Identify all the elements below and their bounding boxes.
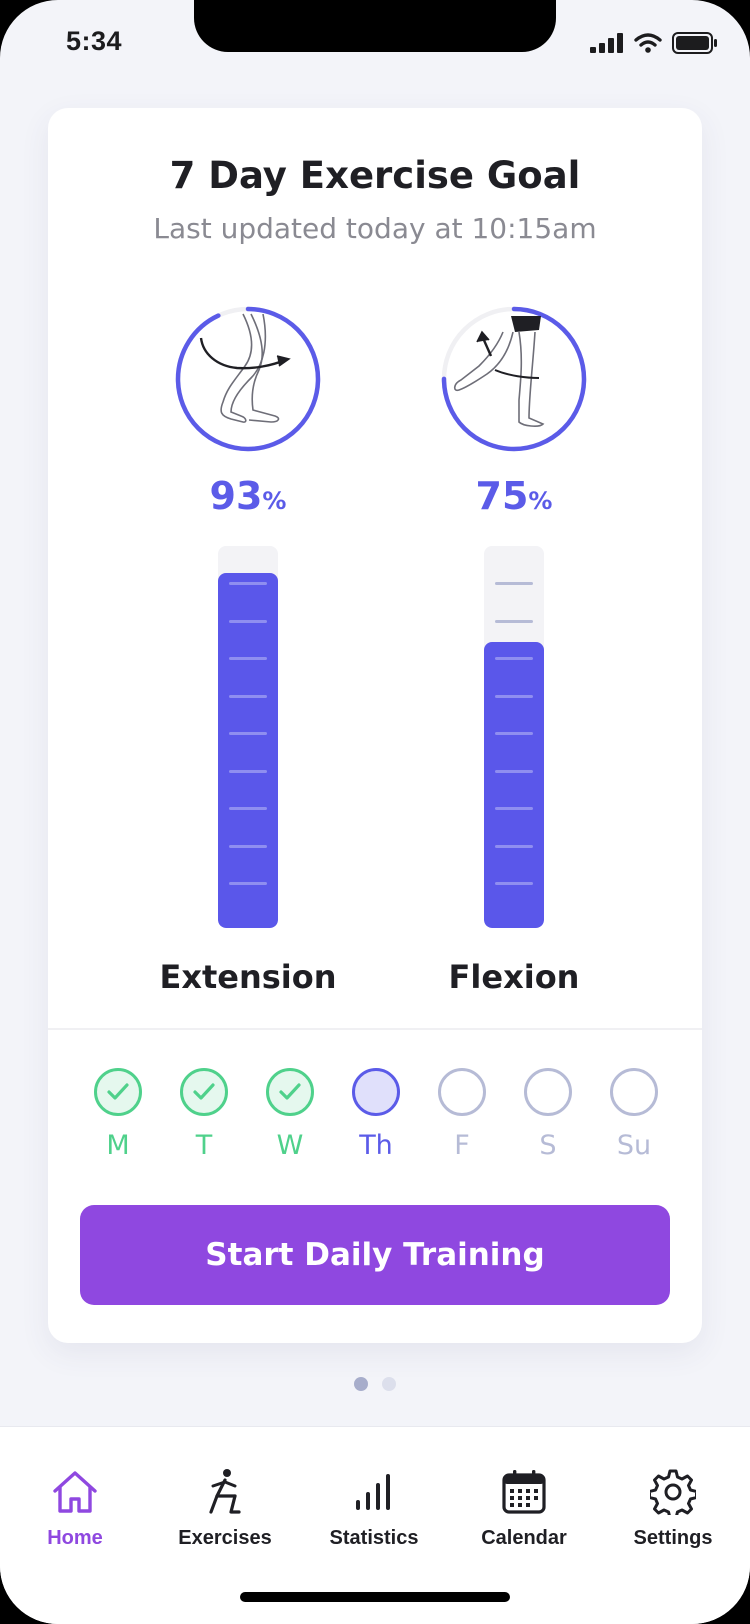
flexion-progress-fill — [484, 641, 544, 928]
extension-percent-value: 93 — [209, 474, 263, 518]
notch — [194, 0, 556, 52]
day-status-circle — [352, 1068, 400, 1116]
gear-icon — [650, 1469, 696, 1515]
last-updated-text: Last updated today at 10:15am — [153, 212, 597, 245]
page-dot[interactable] — [382, 1377, 396, 1391]
extension-percent: 93% — [148, 474, 348, 518]
check-icon — [94, 1068, 142, 1116]
bar-tick — [495, 769, 533, 773]
home-icon — [53, 1471, 97, 1513]
exercise-goal-card: 7 Day Exercise Goal Last updated today a… — [48, 108, 702, 1343]
extension-progress-fill — [218, 572, 278, 928]
bar-tick — [229, 657, 267, 660]
flexion-percent: 75% — [414, 474, 614, 518]
bar-tick — [229, 769, 267, 773]
day-label: S — [539, 1130, 557, 1161]
leg-flexion-icon — [441, 306, 587, 452]
bar-tick — [495, 657, 533, 660]
day-thursday[interactable]: Th — [346, 1068, 406, 1161]
bar-tick — [229, 619, 267, 623]
weekday-tracker: M T W Th F S Su — [88, 1068, 662, 1178]
page-indicator — [354, 1377, 396, 1391]
bar-tick — [229, 582, 267, 585]
tab-label: Exercises — [178, 1527, 272, 1549]
calendar-icon — [502, 1470, 546, 1514]
flexion-label: Flexion — [448, 958, 580, 996]
card-divider — [48, 1028, 702, 1030]
day-friday[interactable]: F — [432, 1068, 492, 1161]
bar-tick — [229, 694, 267, 698]
day-status-circle — [438, 1068, 486, 1116]
phone-screen: 5:34 7 Day Exercise Goal Last updated to… — [0, 0, 750, 1624]
tab-calendar[interactable]: Calendar — [459, 1467, 589, 1550]
day-label: Su — [616, 1130, 652, 1161]
wifi-icon — [634, 33, 662, 53]
extension-progress-bar — [218, 546, 278, 928]
battery-icon — [672, 32, 717, 54]
day-wednesday[interactable]: W — [260, 1068, 320, 1161]
start-daily-training-button[interactable]: Start Daily Training — [80, 1205, 670, 1305]
day-label: M — [106, 1130, 130, 1161]
exercise-icon — [209, 1469, 241, 1514]
bar-tick — [229, 844, 267, 848]
bar-tick — [495, 582, 533, 585]
check-icon — [180, 1068, 228, 1116]
tab-label: Statistics — [329, 1527, 419, 1549]
day-status-circle — [610, 1068, 658, 1116]
bar-tick — [495, 732, 533, 735]
day-label: T — [195, 1130, 213, 1161]
day-saturday[interactable]: S — [518, 1068, 578, 1161]
day-label: F — [454, 1130, 470, 1161]
bar-tick — [495, 844, 533, 848]
home-indicator[interactable] — [240, 1592, 510, 1602]
check-icon — [266, 1068, 314, 1116]
tab-home[interactable]: Home — [10, 1467, 140, 1550]
day-label: W — [276, 1130, 304, 1161]
flexion-percent-value: 75 — [475, 474, 529, 518]
day-status-circle — [524, 1068, 572, 1116]
tab-statistics[interactable]: Statistics — [309, 1467, 439, 1550]
day-monday[interactable]: M — [88, 1068, 148, 1161]
day-tuesday[interactable]: T — [174, 1068, 234, 1161]
bar-tick — [495, 694, 533, 698]
tab-settings[interactable]: Settings — [608, 1467, 738, 1550]
flexion-percent-symbol: % — [528, 487, 553, 515]
flexion-progress-bar — [484, 546, 544, 928]
statistics-icon — [356, 1474, 390, 1510]
tab-label: Home — [47, 1527, 103, 1549]
bar-tick — [229, 807, 267, 810]
day-sunday[interactable]: Su — [604, 1068, 664, 1161]
signal-icon — [590, 33, 623, 53]
bar-tick — [495, 619, 533, 623]
tab-exercises[interactable]: Exercises — [160, 1467, 290, 1550]
page-dot-active[interactable] — [354, 1377, 368, 1391]
status-icons — [590, 32, 718, 54]
bar-tick — [495, 807, 533, 810]
leg-extension-icon — [175, 306, 321, 452]
card-title: 7 Day Exercise Goal — [169, 154, 581, 197]
status-time: 5:34 — [66, 26, 123, 56]
bar-tick — [229, 732, 267, 735]
extension-percent-symbol: % — [262, 487, 287, 515]
bar-tick — [229, 882, 267, 885]
bar-tick — [495, 882, 533, 885]
extension-label: Extension — [159, 958, 337, 996]
tab-label: Settings — [633, 1527, 713, 1549]
tab-label: Calendar — [481, 1527, 567, 1549]
day-label: Th — [359, 1130, 393, 1161]
